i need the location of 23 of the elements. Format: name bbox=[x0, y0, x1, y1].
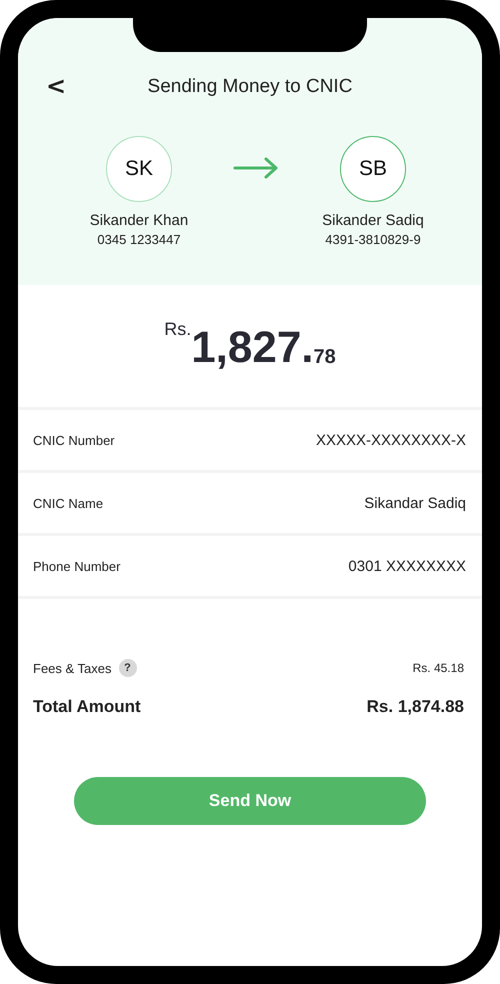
contact-number: 4391-3810829-9 bbox=[325, 232, 421, 247]
arrow-icon bbox=[233, 157, 279, 179]
detail-label: CNIC Name bbox=[33, 496, 104, 510]
total-label: Total Amount bbox=[33, 697, 141, 717]
detail-value: Sikandar Sadiq bbox=[364, 494, 466, 512]
fees-value: Rs. 45.18 bbox=[412, 661, 464, 675]
fees-label: Fees & Taxes bbox=[33, 660, 112, 676]
detail-value: XXXXX-XXXXXXXX-X bbox=[316, 432, 466, 448]
help-button[interactable]: ? bbox=[118, 659, 137, 677]
detail-label: Phone Number bbox=[33, 558, 120, 574]
contact-number: 0345 1233447 bbox=[97, 232, 181, 247]
avatar: SB bbox=[340, 136, 406, 202]
detail-value: 0301 XXXXXXXX bbox=[348, 558, 466, 574]
back-button[interactable]: < bbox=[40, 72, 72, 100]
screen-title: Sending Money to CNIC bbox=[148, 76, 352, 98]
avatar: SK bbox=[106, 136, 172, 202]
contact-name: Sikander Khan bbox=[90, 212, 188, 229]
detail-label: CNIC Number bbox=[33, 432, 115, 448]
currency-label: Rs. bbox=[164, 319, 192, 340]
amount-value: 1,827. bbox=[191, 323, 314, 373]
total-value: Rs. 1,874.88 bbox=[366, 697, 464, 717]
amount-decimals: 78 bbox=[314, 346, 336, 369]
contact-name: Sikander Sadiq bbox=[322, 212, 424, 229]
